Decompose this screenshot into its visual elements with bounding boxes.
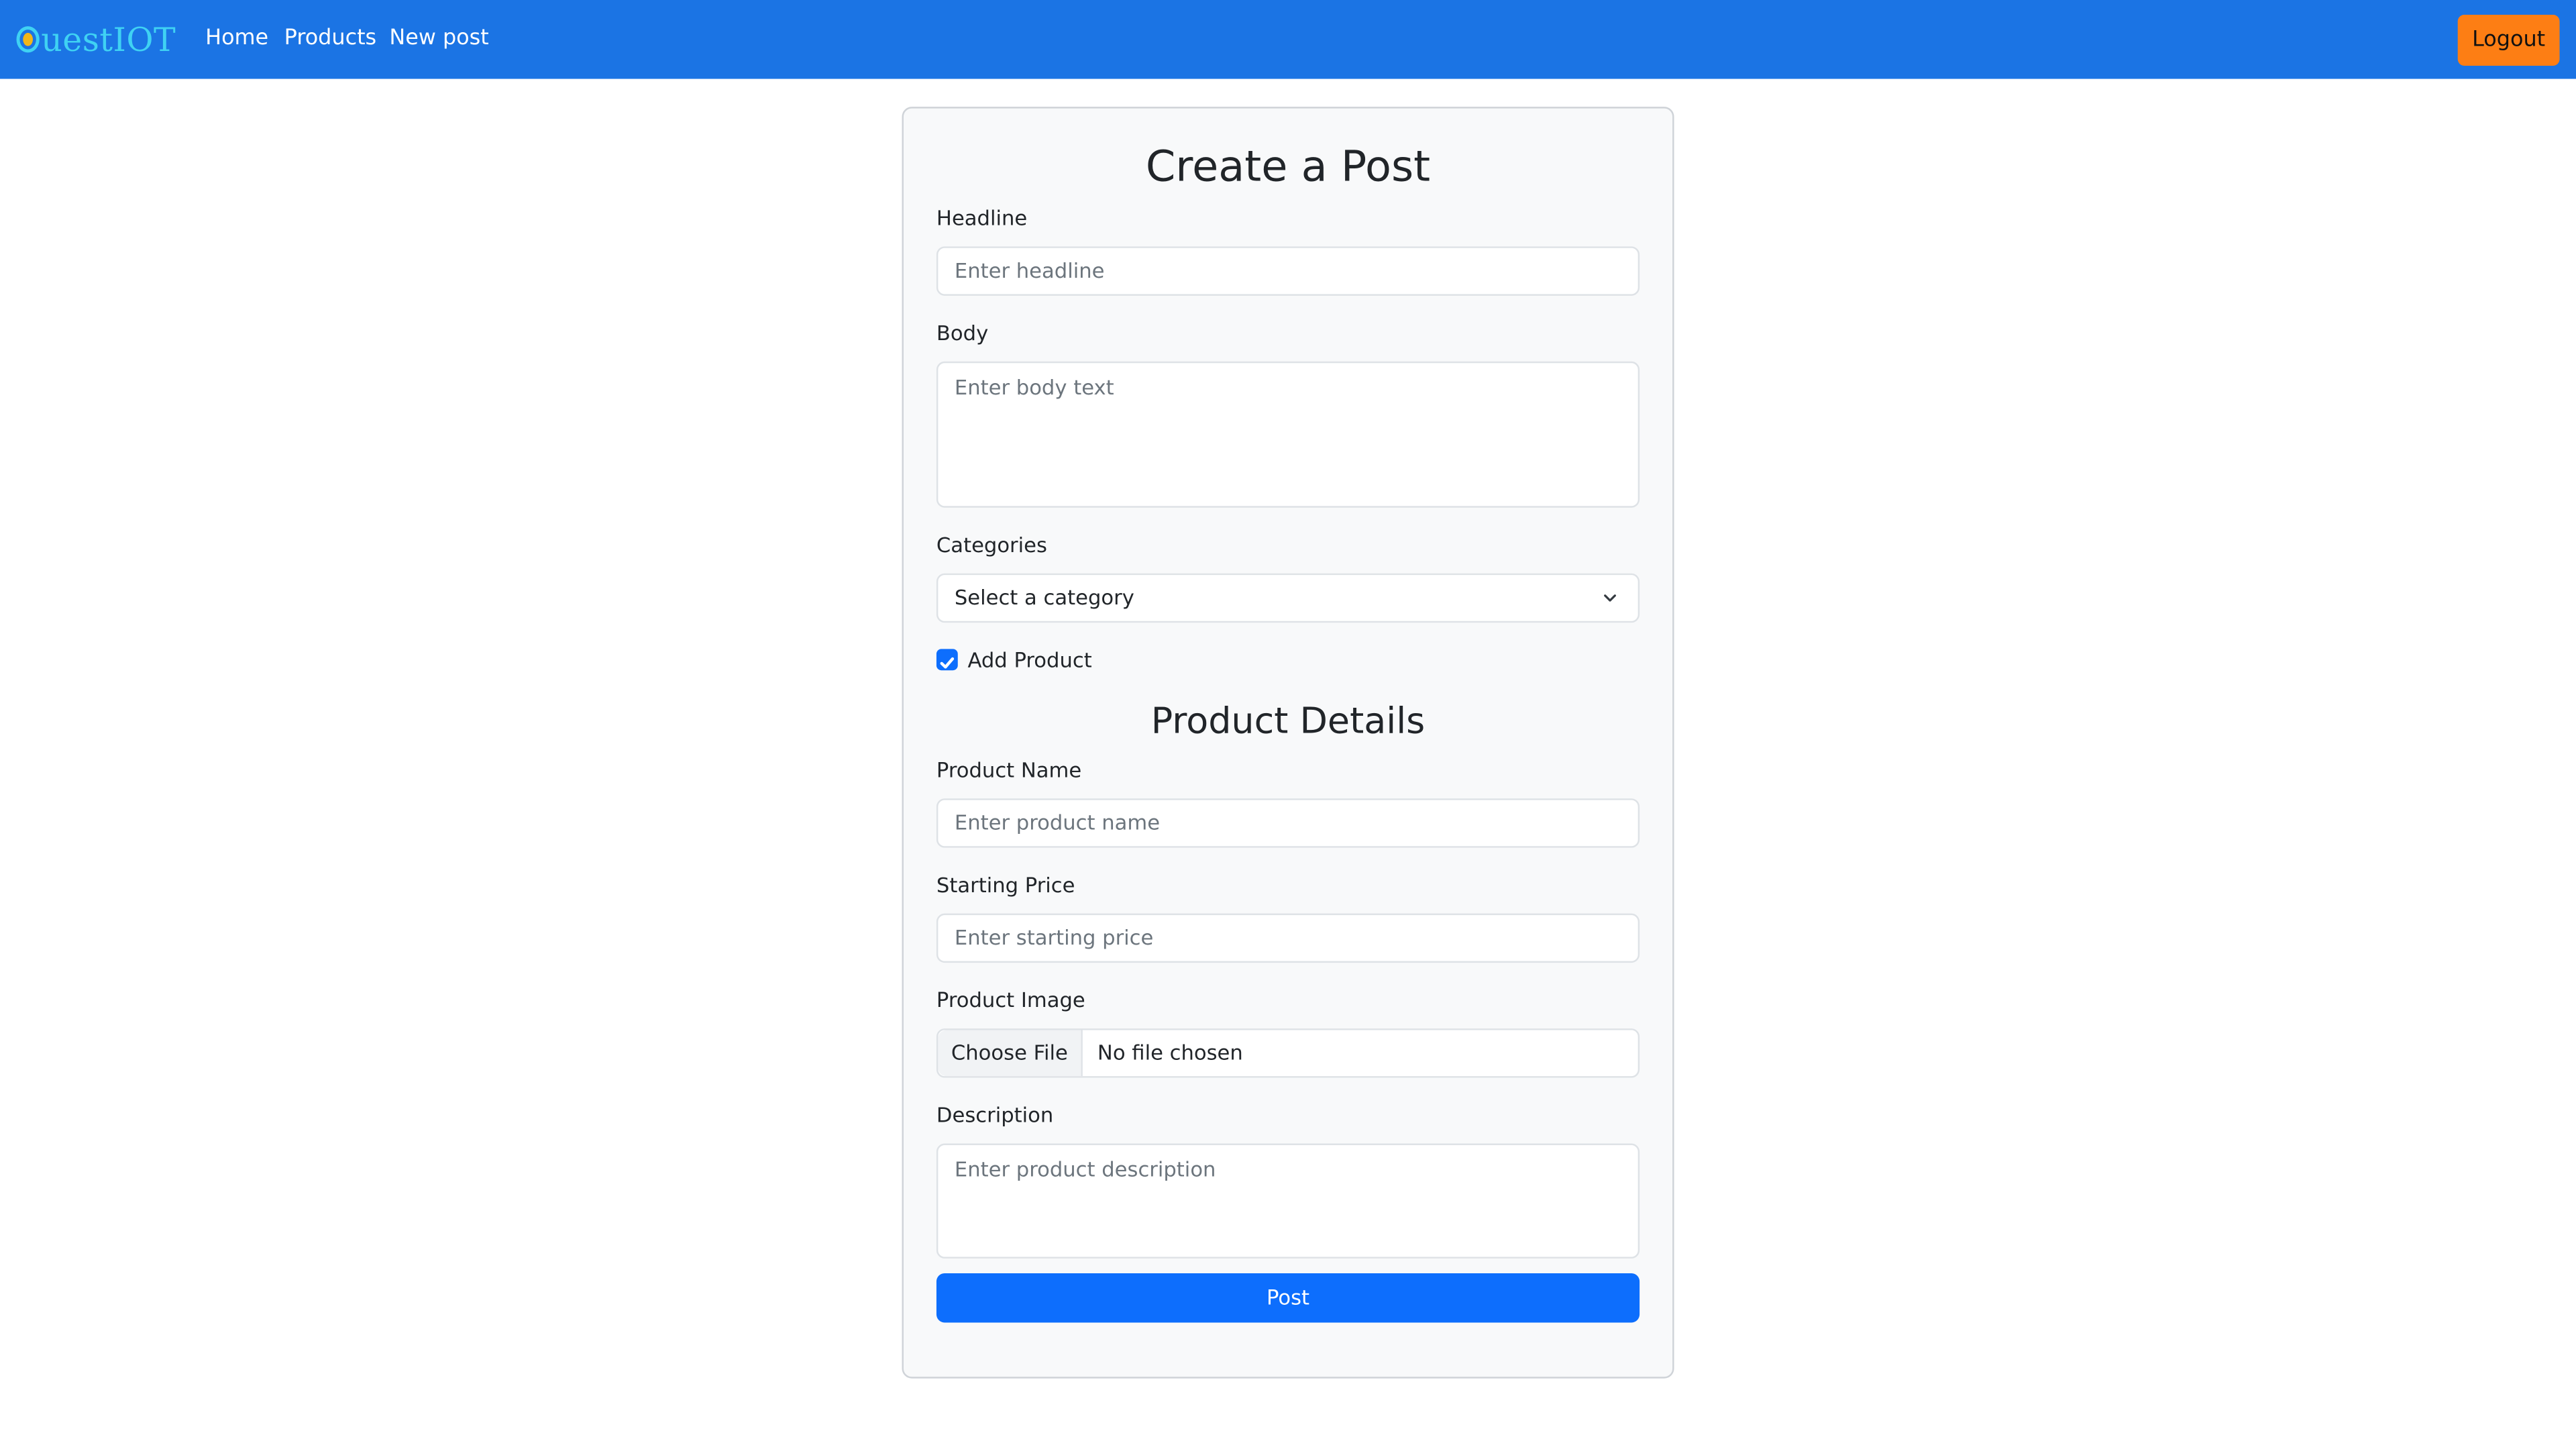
- nav-link-products[interactable]: Products: [284, 26, 376, 52]
- brand-logo-icon: [16, 23, 40, 56]
- body-label: Body: [936, 320, 989, 345]
- product-name-label: Product Name: [936, 757, 1082, 782]
- starting-price-label: Starting Price: [936, 872, 1075, 898]
- page-title: Create a Post: [1145, 143, 1431, 193]
- logout-button[interactable]: Logout: [2457, 15, 2560, 66]
- add-product-checkbox[interactable]: [936, 649, 958, 671]
- brand-text: uestIOT: [41, 19, 176, 60]
- nav-link-new-post[interactable]: New post: [389, 26, 488, 52]
- choose-file-button[interactable]: Choose File: [938, 1030, 1083, 1077]
- description-textarea[interactable]: Enter product description: [936, 1143, 1640, 1259]
- category-select[interactable]: Select a category: [936, 573, 1640, 623]
- product-details-title: Product Details: [1150, 701, 1426, 743]
- body-textarea[interactable]: Enter body text: [936, 361, 1640, 508]
- post-button[interactable]: Post: [936, 1273, 1640, 1323]
- product-image-label: Product Image: [936, 987, 1085, 1012]
- headline-label: Headline: [936, 205, 1028, 230]
- file-name-text: No file chosen: [1097, 1040, 1243, 1065]
- add-product-label: Add Product: [967, 647, 1092, 672]
- product-name-input[interactable]: Enter product name: [936, 798, 1640, 848]
- create-post-card: Create a Post Headline Enter headline Bo…: [902, 107, 1674, 1379]
- page: uestIOT Home Products New post Logout Cr…: [0, 0, 2576, 1441]
- categories-label: Categories: [936, 532, 1047, 557]
- starting-price-input[interactable]: Enter starting price: [936, 913, 1640, 963]
- navbar: uestIOT Home Products New post Logout: [0, 0, 2576, 79]
- brand-logo[interactable]: uestIOT: [16, 16, 176, 62]
- nav-link-home[interactable]: Home: [205, 26, 268, 52]
- check-icon: [940, 657, 955, 669]
- product-image-file-input: Choose File No file chosen: [936, 1028, 1640, 1078]
- chevron-down-icon: [1604, 594, 1616, 602]
- description-label: Description: [936, 1102, 1054, 1128]
- headline-input[interactable]: Enter headline: [936, 246, 1640, 296]
- category-selected-value: Select a category: [954, 584, 1134, 610]
